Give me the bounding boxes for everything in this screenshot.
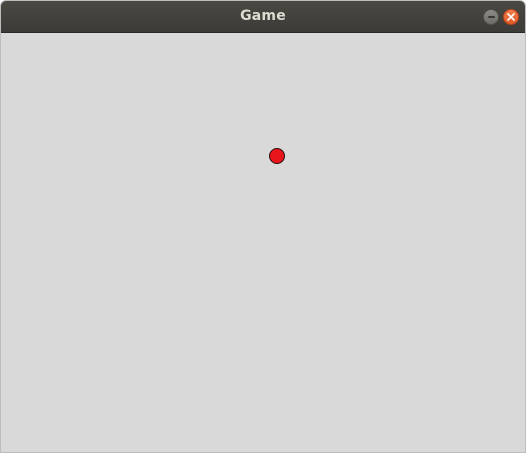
red-ball	[269, 148, 285, 164]
minimize-icon	[487, 16, 495, 18]
minimize-button[interactable]	[483, 9, 499, 25]
close-icon	[507, 13, 515, 21]
title-bar[interactable]: Game	[1, 1, 525, 33]
close-button[interactable]	[503, 9, 519, 25]
game-window: Game	[0, 0, 526, 453]
game-canvas[interactable]	[1, 33, 525, 452]
window-title: Game	[240, 8, 286, 24]
